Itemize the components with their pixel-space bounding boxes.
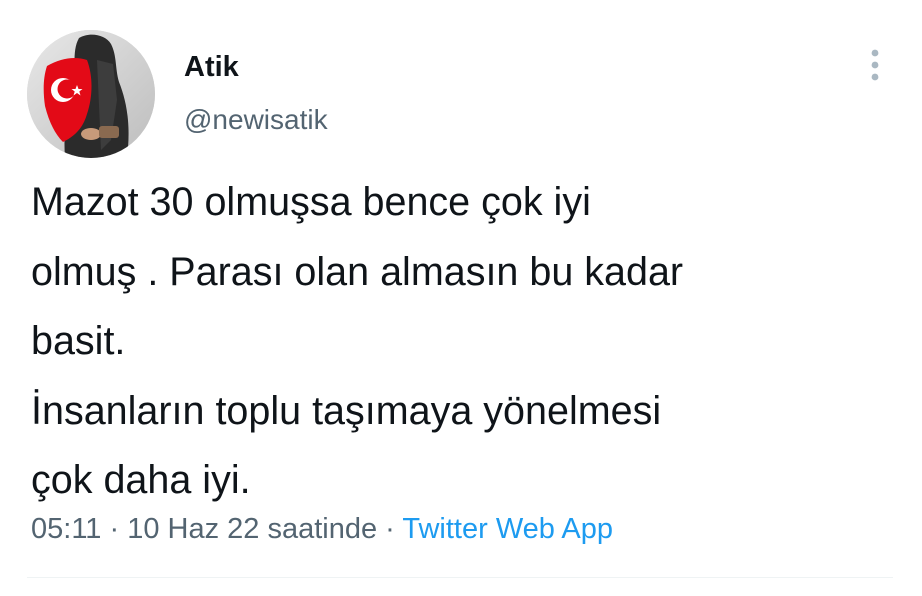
more-options-button[interactable] bbox=[860, 44, 890, 88]
tweet-metadata: 05:11 · 10 Haz 22 saatinde · Twitter Web… bbox=[31, 509, 613, 549]
divider bbox=[27, 577, 893, 578]
user-avatar[interactable] bbox=[27, 30, 155, 158]
tweet-date[interactable]: 10 Haz 22 saatinde bbox=[127, 513, 377, 545]
meta-separator: · bbox=[377, 513, 403, 545]
tweet-text-line: basit. bbox=[31, 319, 126, 363]
avatar-photo-flag bbox=[27, 30, 155, 158]
user-handle[interactable]: @newisatik bbox=[184, 103, 328, 137]
more-vertical-icon bbox=[871, 49, 879, 81]
tweet-source-link[interactable]: Twitter Web App bbox=[402, 513, 613, 545]
tweet-text: Mazot 30 olmuşsa bence çok iyi olmuş . P… bbox=[31, 168, 901, 516]
meta-separator: · bbox=[101, 513, 128, 545]
user-display-name[interactable]: Atik bbox=[184, 50, 239, 84]
tweet-detail: Atik @newisatik Mazot 30 olmuşsa bence ç… bbox=[0, 0, 922, 596]
tweet-time[interactable]: 05:11 bbox=[31, 513, 101, 545]
tweet-text-line: çok daha iyi. bbox=[31, 458, 251, 502]
tweet-text-line: olmuş . Parası olan almasın bu kadar bbox=[31, 249, 684, 294]
tweet-text-line: Mazot 30 olmuşsa bence çok iyi bbox=[31, 180, 591, 224]
tweet-text-line: İnsanların toplu taşımaya yönelmesi bbox=[31, 388, 662, 433]
